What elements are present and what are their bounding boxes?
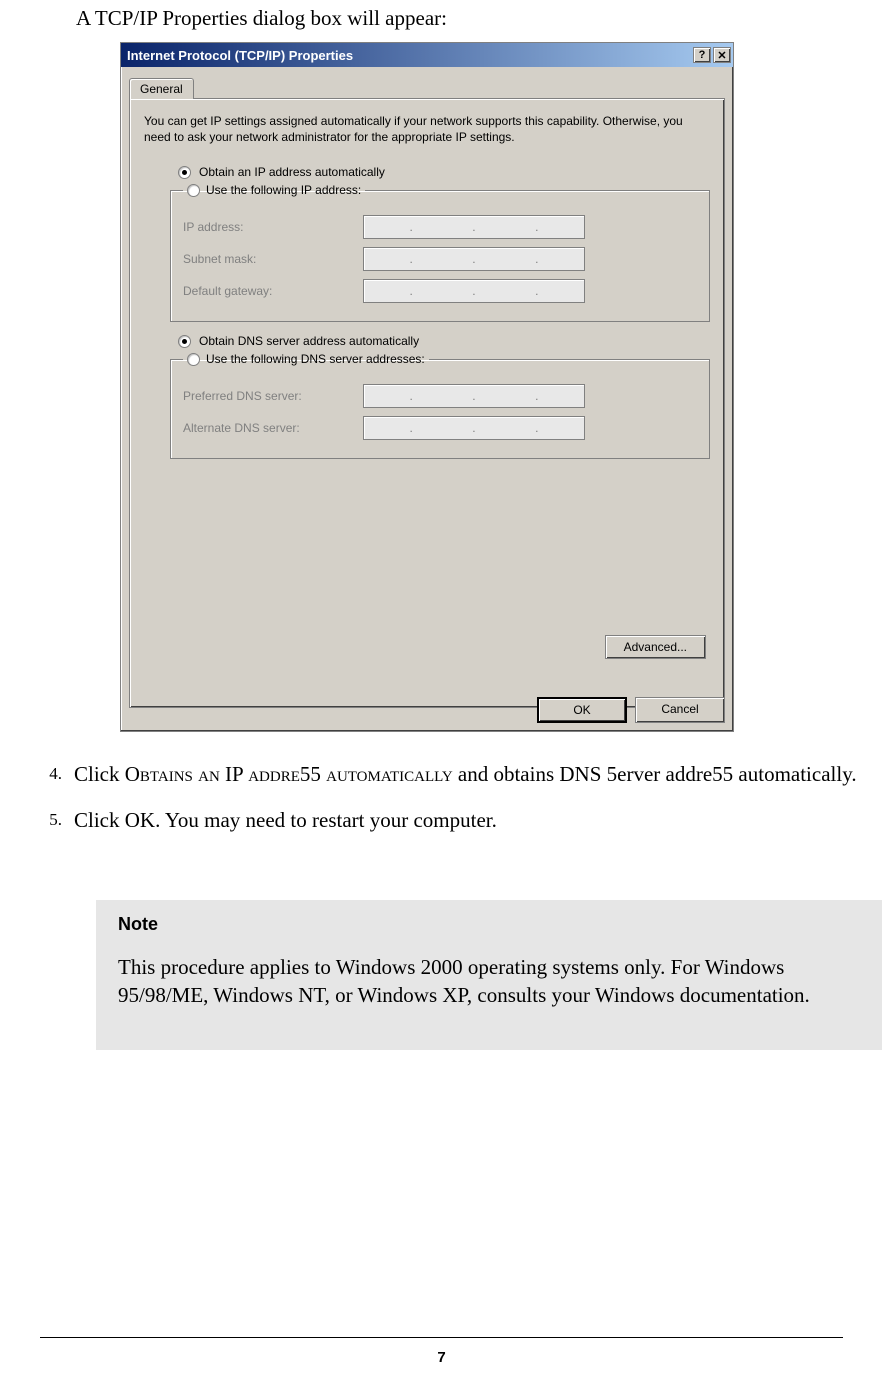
label-default-gateway: Default gateway:: [183, 284, 363, 298]
label-alternate-dns: Alternate DNS server:: [183, 421, 363, 435]
dialog-description: You can get IP settings assigned automat…: [144, 113, 710, 145]
radio-icon: [187, 353, 200, 366]
radio-label: Obtain DNS server address automatically: [199, 334, 419, 348]
subnet-mask-field: ...: [363, 247, 585, 271]
ip-address-field: ...: [363, 215, 585, 239]
radio-label: Obtain an IP address automatically: [199, 165, 385, 179]
step-text: Click: [74, 808, 125, 832]
tab-general[interactable]: General: [129, 78, 194, 99]
page-number: 7: [0, 1349, 883, 1366]
radio-ip-manual[interactable]: Use the following IP address:: [183, 183, 365, 197]
default-gateway-field: ...: [363, 279, 585, 303]
group-dns-manual: Use the following DNS server addresses: …: [170, 352, 710, 459]
close-icon[interactable]: ✕: [713, 47, 731, 63]
radio-label: Use the following DNS server addresses:: [206, 352, 425, 366]
instruction-steps: 4. Click Obtains an IP addre55 automatic…: [40, 760, 860, 853]
radio-ip-auto[interactable]: Obtain an IP address automatically: [178, 165, 710, 179]
ok-button[interactable]: OK: [537, 697, 627, 723]
step-emphasis: Obtains an IP addre55 automatically: [125, 762, 458, 786]
tcpip-properties-dialog: Internet Protocol (TCP/IP) Properties ? …: [120, 42, 734, 732]
dialog-title: Internet Protocol (TCP/IP) Properties: [127, 48, 693, 63]
radio-icon: [178, 166, 191, 179]
preferred-dns-field: ...: [363, 384, 585, 408]
step-5: 5. Click OK. You may need to restart you…: [40, 806, 860, 834]
radio-label: Use the following IP address:: [206, 183, 361, 197]
step-number: 4.: [40, 760, 62, 788]
advanced-button[interactable]: Advanced...: [605, 635, 706, 659]
document-page: A TCP/IP Properties dialog box will appe…: [0, 0, 883, 1378]
cancel-button[interactable]: Cancel: [635, 697, 725, 723]
tab-content: You can get IP settings assigned automat…: [129, 98, 725, 708]
footer-rule: [40, 1337, 843, 1338]
label-subnet-mask: Subnet mask:: [183, 252, 363, 266]
label-ip-address: IP address:: [183, 220, 363, 234]
step-4: 4. Click Obtains an IP addre55 automatic…: [40, 760, 860, 788]
group-ip-manual: Use the following IP address: IP address…: [170, 183, 710, 322]
radio-dns-auto[interactable]: Obtain DNS server address automatically: [178, 334, 710, 348]
help-icon[interactable]: ?: [693, 47, 711, 63]
dialog-titlebar: Internet Protocol (TCP/IP) Properties ? …: [121, 43, 733, 67]
radio-dns-manual[interactable]: Use the following DNS server addresses:: [183, 352, 429, 366]
note-body: This procedure applies to Windows 2000 o…: [96, 945, 882, 1050]
step-emphasis: OK: [125, 808, 155, 832]
step-number: 5.: [40, 806, 62, 834]
label-preferred-dns: Preferred DNS server:: [183, 389, 363, 403]
alternate-dns-field: ...: [363, 416, 585, 440]
intro-text: A TCP/IP Properties dialog box will appe…: [76, 6, 447, 31]
step-text: . You may need to restart your computer.: [155, 808, 497, 832]
note-title: Note: [96, 900, 882, 945]
radio-icon: [178, 335, 191, 348]
step-text: Click: [74, 762, 125, 786]
radio-icon: [187, 184, 200, 197]
dialog-body: General You can get IP settings assigned…: [121, 67, 733, 716]
step-text: and obtains DNS 5erver addre55 automatic…: [458, 762, 857, 786]
note-box: Note This procedure applies to Windows 2…: [96, 900, 882, 1050]
